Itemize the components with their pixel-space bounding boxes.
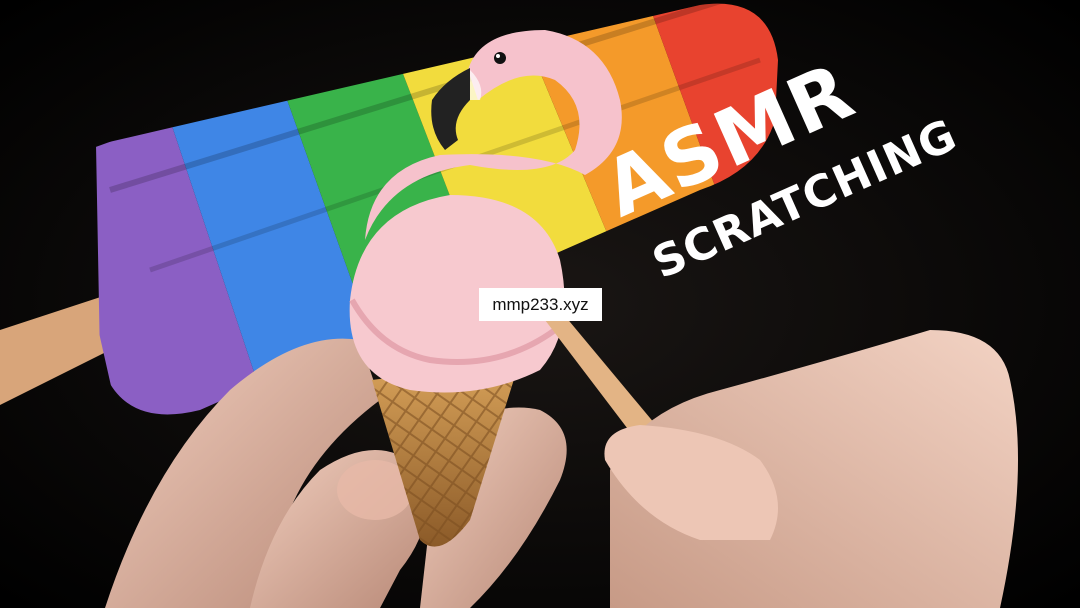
flamingo-eye [494, 52, 506, 64]
watermark-label: mmp233.xyz [479, 288, 602, 321]
